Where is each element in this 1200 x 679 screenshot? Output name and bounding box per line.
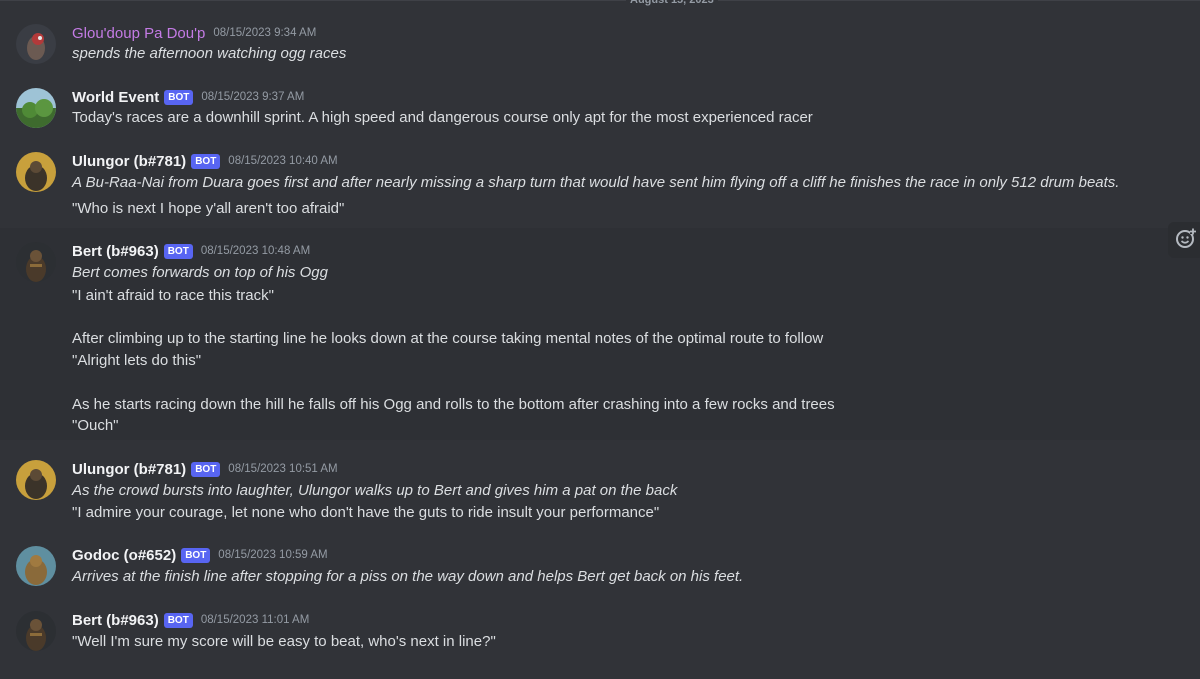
message[interactable]: Ulungor (b#781) BOT 08/15/2023 10:51 AM …: [0, 450, 1200, 540]
message-text: Arrives at the finish line after stoppin…: [72, 568, 744, 585]
message[interactable]: Glou'doup Pa Dou'p 08/15/2023 9:34 AM sp…: [0, 12, 1200, 76]
message-header: Glou'doup Pa Dou'p 08/15/2023 9:34 AM: [72, 22, 316, 44]
bot-badge: BOT: [181, 547, 211, 563]
timestamp[interactable]: 08/15/2023 11:01 AM: [201, 614, 310, 626]
timestamp[interactable]: 08/15/2023 10:59 AM: [218, 549, 327, 561]
bot-badge: BOT: [163, 612, 193, 628]
username[interactable]: Godoc (o#652): [72, 547, 176, 564]
avatar[interactable]: [16, 24, 56, 64]
username[interactable]: Bert (b#963): [72, 243, 159, 260]
timestamp[interactable]: 08/15/2023 10:48 AM: [201, 245, 310, 257]
message[interactable]: Bert (b#963) BOT 08/15/2023 10:48 AM Ber…: [0, 228, 1200, 440]
timestamp[interactable]: 08/15/2023 10:40 AM: [228, 155, 337, 167]
message[interactable]: Ulungor (b#781) BOT 08/15/2023 10:40 AM …: [0, 140, 1200, 228]
avatar[interactable]: [16, 242, 56, 282]
avatar[interactable]: [16, 88, 56, 128]
message-header: Godoc (o#652) BOT 08/15/2023 10:59 AM: [72, 544, 328, 566]
message-text: "I admire your courage, let none who don…: [72, 504, 660, 521]
bot-badge: BOT: [191, 461, 221, 477]
timestamp[interactable]: 08/15/2023 10:51 AM: [228, 463, 337, 475]
date-divider-label: August 15, 2023: [626, 0, 718, 8]
message-header: Bert (b#963) BOT 08/15/2023 10:48 AM: [72, 240, 310, 262]
message-text: A Bu-Raa-Nai from Duara goes first and a…: [72, 174, 1120, 191]
avatar[interactable]: [16, 460, 56, 500]
bot-badge: BOT: [164, 89, 194, 105]
message-header: Ulungor (b#781) BOT 08/15/2023 10:40 AM: [72, 150, 338, 172]
bot-badge: BOT: [163, 243, 193, 259]
bot-badge: BOT: [191, 153, 221, 169]
message-text: After climbing up to the starting line h…: [72, 330, 824, 347]
message[interactable]: World Event BOT 08/15/2023 9:37 AM Today…: [0, 76, 1200, 140]
username[interactable]: World Event: [72, 89, 159, 106]
username[interactable]: Ulungor (b#781): [72, 153, 186, 170]
message-header: World Event BOT 08/15/2023 9:37 AM: [72, 86, 304, 108]
username[interactable]: Bert (b#963): [72, 612, 159, 629]
message-header: Ulungor (b#781) BOT 08/15/2023 10:51 AM: [72, 458, 338, 480]
add-reaction-icon: [1175, 227, 1197, 254]
message-header: Bert (b#963) BOT 08/15/2023 11:01 AM: [72, 609, 309, 631]
message-text: Today's races are a downhill sprint. A h…: [72, 109, 813, 126]
message-text: "Alright lets do this": [72, 352, 202, 369]
username[interactable]: Glou'doup Pa Dou'p: [72, 25, 205, 42]
message-text: "Well I'm sure my score will be easy to …: [72, 633, 496, 650]
avatar[interactable]: [16, 611, 56, 651]
message-text: "Who is next I hope y'all aren't too afr…: [72, 200, 345, 217]
divider-line: [0, 0, 1200, 1]
timestamp[interactable]: 08/15/2023 9:34 AM: [213, 27, 316, 39]
add-reaction-button[interactable]: [1168, 222, 1200, 258]
message-text: "Ouch": [72, 417, 119, 434]
avatar[interactable]: [16, 546, 56, 586]
timestamp[interactable]: 08/15/2023 9:37 AM: [201, 91, 304, 103]
message-text: spends the afternoon watching ogg races: [72, 45, 347, 62]
message-text: As he starts racing down the hill he fal…: [72, 396, 835, 413]
message[interactable]: Bert (b#963) BOT 08/15/2023 11:01 AM "We…: [0, 604, 1200, 674]
message-text: As the crowd bursts into laughter, Ulung…: [72, 482, 678, 499]
message[interactable]: Godoc (o#652) BOT 08/15/2023 10:59 AM Ar…: [0, 540, 1200, 604]
message-text: "I ain't afraid to race this track": [72, 287, 274, 304]
username[interactable]: Ulungor (b#781): [72, 461, 186, 478]
message-text: Bert comes forwards on top of his Ogg: [72, 264, 328, 281]
date-divider: August 15, 2023: [0, 0, 1200, 8]
avatar[interactable]: [16, 152, 56, 192]
